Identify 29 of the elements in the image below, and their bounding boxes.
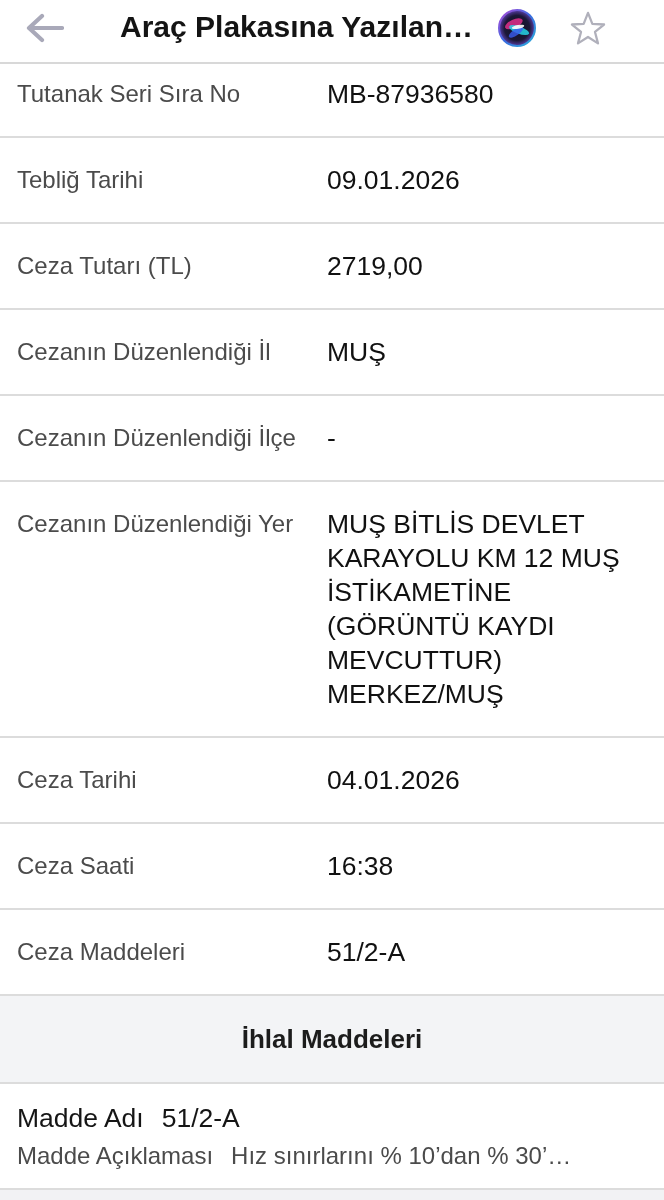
article-name: 51/2-A [161, 1102, 240, 1134]
article-description-label: Madde Açıklaması [17, 1141, 214, 1171]
assistant-button[interactable] [498, 9, 536, 47]
field-value: MUŞ [327, 336, 387, 369]
orb-icon [498, 9, 536, 47]
field-value: - [327, 422, 337, 455]
page-title: Araç Plakasına Yazılan… [120, 9, 474, 45]
field-value: 04.01.2026 [327, 764, 461, 797]
field-label: Ceza Tutarı (TL) [17, 251, 193, 281]
favorite-button[interactable] [570, 10, 606, 46]
back-arrow-icon [26, 13, 64, 43]
field-value: 2719,00 [327, 250, 424, 283]
star-icon [570, 11, 606, 45]
field-label: Ceza Maddeleri [17, 937, 187, 967]
field-label: Ceza Saati [17, 851, 136, 881]
field-label: Ceza Tarihi [17, 765, 138, 795]
field-value: MUŞ BİTLİS DEVLET KARAYOLU KM 12 MUŞ İSTİKAMETİNE (GÖRÜNTÜ KAYDI MEVCUTTUR) MERKEZ/MUŞ [327, 508, 621, 711]
field-value: 09.01.2026 [327, 164, 461, 197]
field-value: 16:38 [327, 850, 395, 883]
article-description: Hız sınırlarını % 10’dan % 30’… [231, 1141, 572, 1171]
field-label: Tebliğ Tarihi [17, 165, 145, 195]
field-label: Cezanın Düzenlendiği Yer [17, 509, 295, 539]
field-value: 51/2-A [327, 936, 407, 969]
field-label: Cezanın Düzenlendiği İlçe [17, 423, 297, 453]
field-label: Cezanın Düzenlendiği İl [17, 337, 272, 367]
section-title: İhlal Maddeleri [241, 1023, 423, 1055]
field-label: Tutanak Seri Sıra No [17, 79, 242, 109]
article-name-label: Madde Adı [17, 1102, 144, 1134]
field-value: MB-87936580 [327, 78, 495, 111]
